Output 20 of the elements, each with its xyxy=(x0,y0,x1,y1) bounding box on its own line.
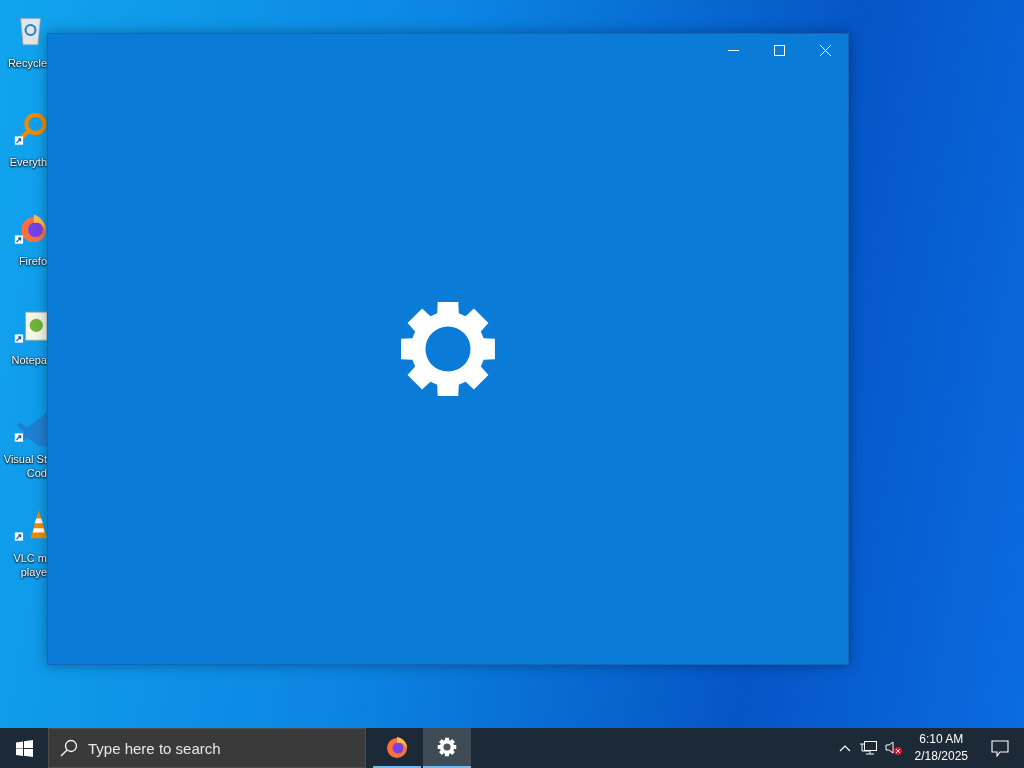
clock-time[interactable]: 6:10 AM xyxy=(919,731,964,748)
gear-icon xyxy=(399,300,497,398)
taskbar-app-button[interactable] xyxy=(423,728,471,768)
desktop-icon-label[interactable]: Notepa xyxy=(11,353,47,367)
maximize-icon xyxy=(773,44,785,56)
fox-globe-icon xyxy=(385,735,409,759)
gear-icon xyxy=(437,737,457,757)
chevron-up-icon xyxy=(838,744,851,752)
desktop-icon-label[interactable]: Everyth xyxy=(9,155,47,169)
desktop-icon-label[interactable]: Visual St xyxy=(3,452,47,466)
search-field[interactable]: Type here to search xyxy=(48,728,366,768)
desktop-icon-label[interactable]: playe xyxy=(20,565,47,579)
desktop-icon-label[interactable]: VLC m xyxy=(13,551,47,565)
desktop-icon-label[interactable]: Recycle xyxy=(7,56,47,70)
windows-logo-icon xyxy=(15,739,33,757)
search-icon xyxy=(60,739,78,757)
desktop-icon-label[interactable]: Cod xyxy=(26,466,47,480)
clock-date[interactable]: 2/18/2025 xyxy=(914,748,968,765)
desktop-icon-label[interactable]: Firefo xyxy=(18,254,47,268)
close-icon xyxy=(819,44,831,56)
